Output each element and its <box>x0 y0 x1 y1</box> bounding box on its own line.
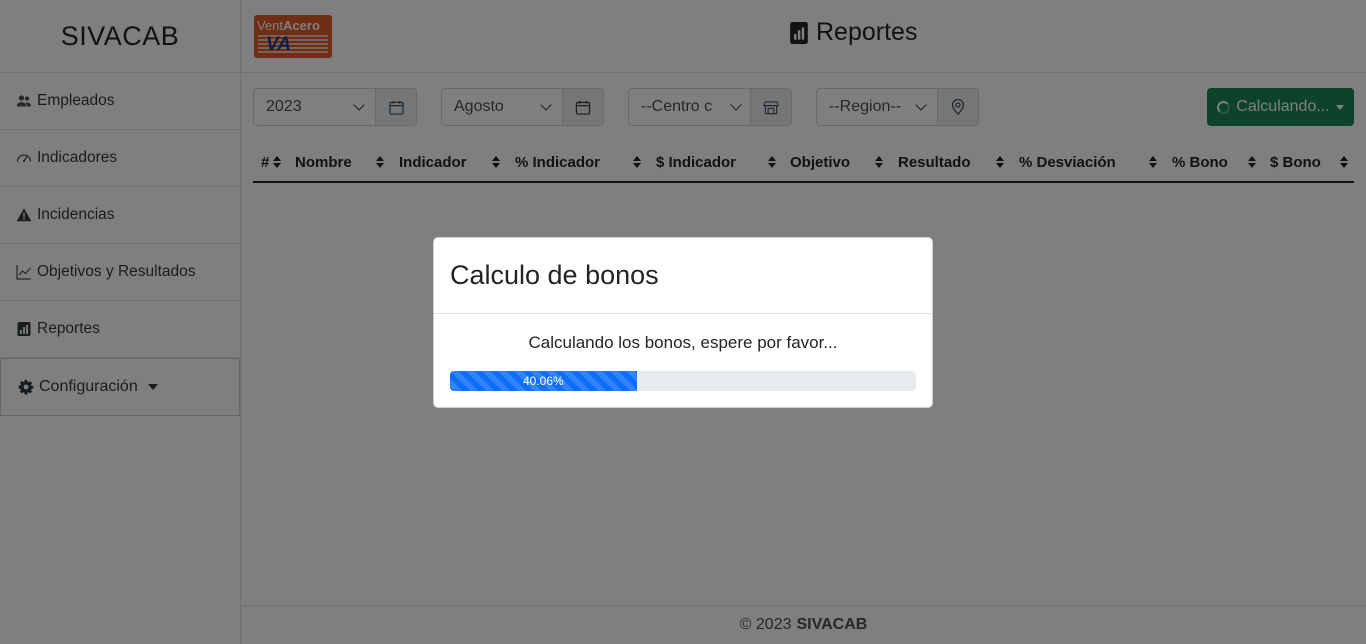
modal-title: Calculo de bonos <box>434 238 932 314</box>
modal-message: Calculando los bonos, espere por favor..… <box>528 333 838 352</box>
calc-bonus-modal: Calculo de bonos Calculando los bonos, e… <box>433 237 933 408</box>
progress-bar-track: 40.06% <box>450 371 916 391</box>
modal-body: Calculando los bonos, espere por favor..… <box>434 314 932 391</box>
progress-bar: 40.06% <box>450 371 637 391</box>
